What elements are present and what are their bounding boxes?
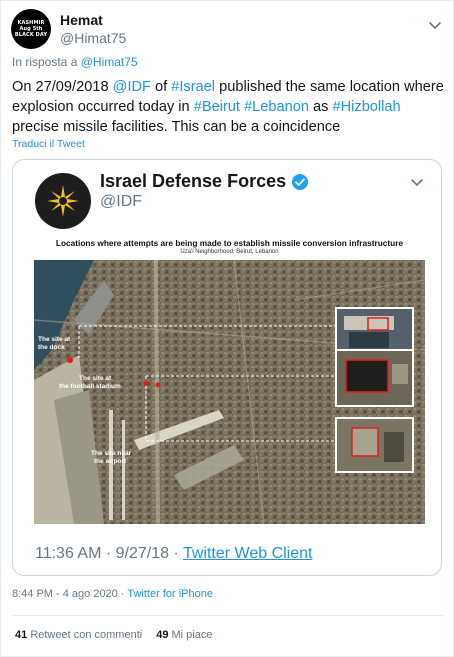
divider — [12, 615, 444, 616]
hashtag-link[interactable]: #Lebanon — [244, 99, 309, 115]
quoted-time: 11:36 AM · 9/27/18 · — [35, 545, 183, 562]
translate-tweet-link[interactable]: Traduci il Tweet — [12, 138, 85, 150]
hashtag-link[interactable]: #Israel — [171, 79, 215, 95]
retweets-with-comments-stat[interactable]: 41 Retweet con commenti — [15, 629, 142, 641]
tweet-header: KASHMIR Aug 5th BLACK DAY Hemat @Himat75 — [11, 9, 445, 49]
hashtag-link[interactable]: #Beirut — [194, 99, 240, 115]
reply-mention-link[interactable]: @Himat75 — [81, 55, 138, 69]
dock-site-marker — [67, 357, 73, 363]
stadium-label-2: the football stadium — [59, 383, 121, 390]
hashtag-link[interactable]: #Hizbollah — [333, 99, 401, 115]
tweet-datetime[interactable]: 8:44 PM - 4 ago 2020 — [12, 588, 118, 600]
map-subtitle: Uza'i Neighborhood, Beirut, Lebanon — [180, 249, 279, 255]
dock-label-2: the dock — [38, 344, 65, 351]
meta-separator: · — [117, 588, 128, 600]
reply-context: In risposta a @Himat75 — [12, 55, 138, 69]
quoted-author-name: Israel Defense Forces — [100, 171, 287, 191]
likes-label: Mi piace — [171, 629, 213, 641]
retweets-label: Retweet con commenti — [30, 629, 143, 641]
tweet-text-segment: as — [308, 99, 333, 115]
airport-site-marker — [155, 382, 161, 388]
mention-link[interactable]: @IDF — [113, 79, 151, 95]
tweet-stats: 41 Retweet con commenti 49 Mi piace — [15, 629, 212, 641]
chevron-down-icon[interactable] — [427, 17, 443, 33]
tweet-meta: 8:44 PM - 4 ago 2020 · Twitter for iPhon… — [12, 588, 213, 600]
avatar-text-3: BLACK DAY — [14, 32, 48, 38]
quoted-timestamp-row: 11:36 AM · 9/27/18 · Twitter Web Client — [35, 545, 312, 563]
tweet-text-segment: On 27/09/2018 — [12, 79, 113, 95]
quoted-media-image[interactable]: Locations where attempts are being made … — [34, 234, 425, 524]
map-title: Locations where attempts are being made … — [55, 238, 404, 248]
tweet-text-segment: precise missile facilities. This can be … — [12, 119, 341, 135]
tweet-text-segment: of — [150, 79, 172, 95]
author-name[interactable]: Hemat — [60, 12, 103, 28]
satellite-map: The site at the dock The site at the foo… — [34, 260, 425, 524]
tweet-text: On 27/09/2018 @IDF of #Israel published … — [12, 77, 444, 137]
avatar[interactable]: KASHMIR Aug 5th BLACK DAY — [11, 9, 51, 49]
reply-prefix: In risposta a — [12, 55, 78, 69]
inset-stadium — [335, 349, 414, 407]
airport-label-1: The site near — [91, 450, 132, 457]
airport-label-2: the airport — [94, 458, 127, 465]
inset-airport — [335, 417, 414, 473]
quoted-author-name-row[interactable]: Israel Defense Forces — [100, 171, 309, 192]
likes-count: 49 — [156, 629, 169, 641]
verified-badge-icon — [292, 173, 309, 190]
quoted-author-handle[interactable]: @IDF — [100, 193, 142, 211]
stadium-site-marker — [143, 380, 149, 386]
likes-stat[interactable]: 49 Mi piace — [156, 629, 212, 641]
tweet-card: KASHMIR Aug 5th BLACK DAY Hemat @Himat75… — [0, 0, 454, 657]
tweet-source-link[interactable]: Twitter for iPhone — [127, 588, 213, 600]
chevron-down-icon[interactable] — [409, 174, 425, 190]
stadium-label-1: The site at — [79, 375, 112, 382]
quoted-client-link[interactable]: Twitter Web Client — [183, 545, 313, 562]
retweets-count: 41 — [15, 629, 28, 641]
author-handle[interactable]: @Himat75 — [60, 30, 126, 46]
quoted-tweet[interactable]: Israel Defense Forces @IDF Locations whe… — [12, 159, 442, 576]
idf-emblem-icon — [47, 185, 79, 217]
idf-logo-avatar[interactable] — [35, 173, 91, 229]
dock-label-1: The site at — [38, 336, 71, 343]
